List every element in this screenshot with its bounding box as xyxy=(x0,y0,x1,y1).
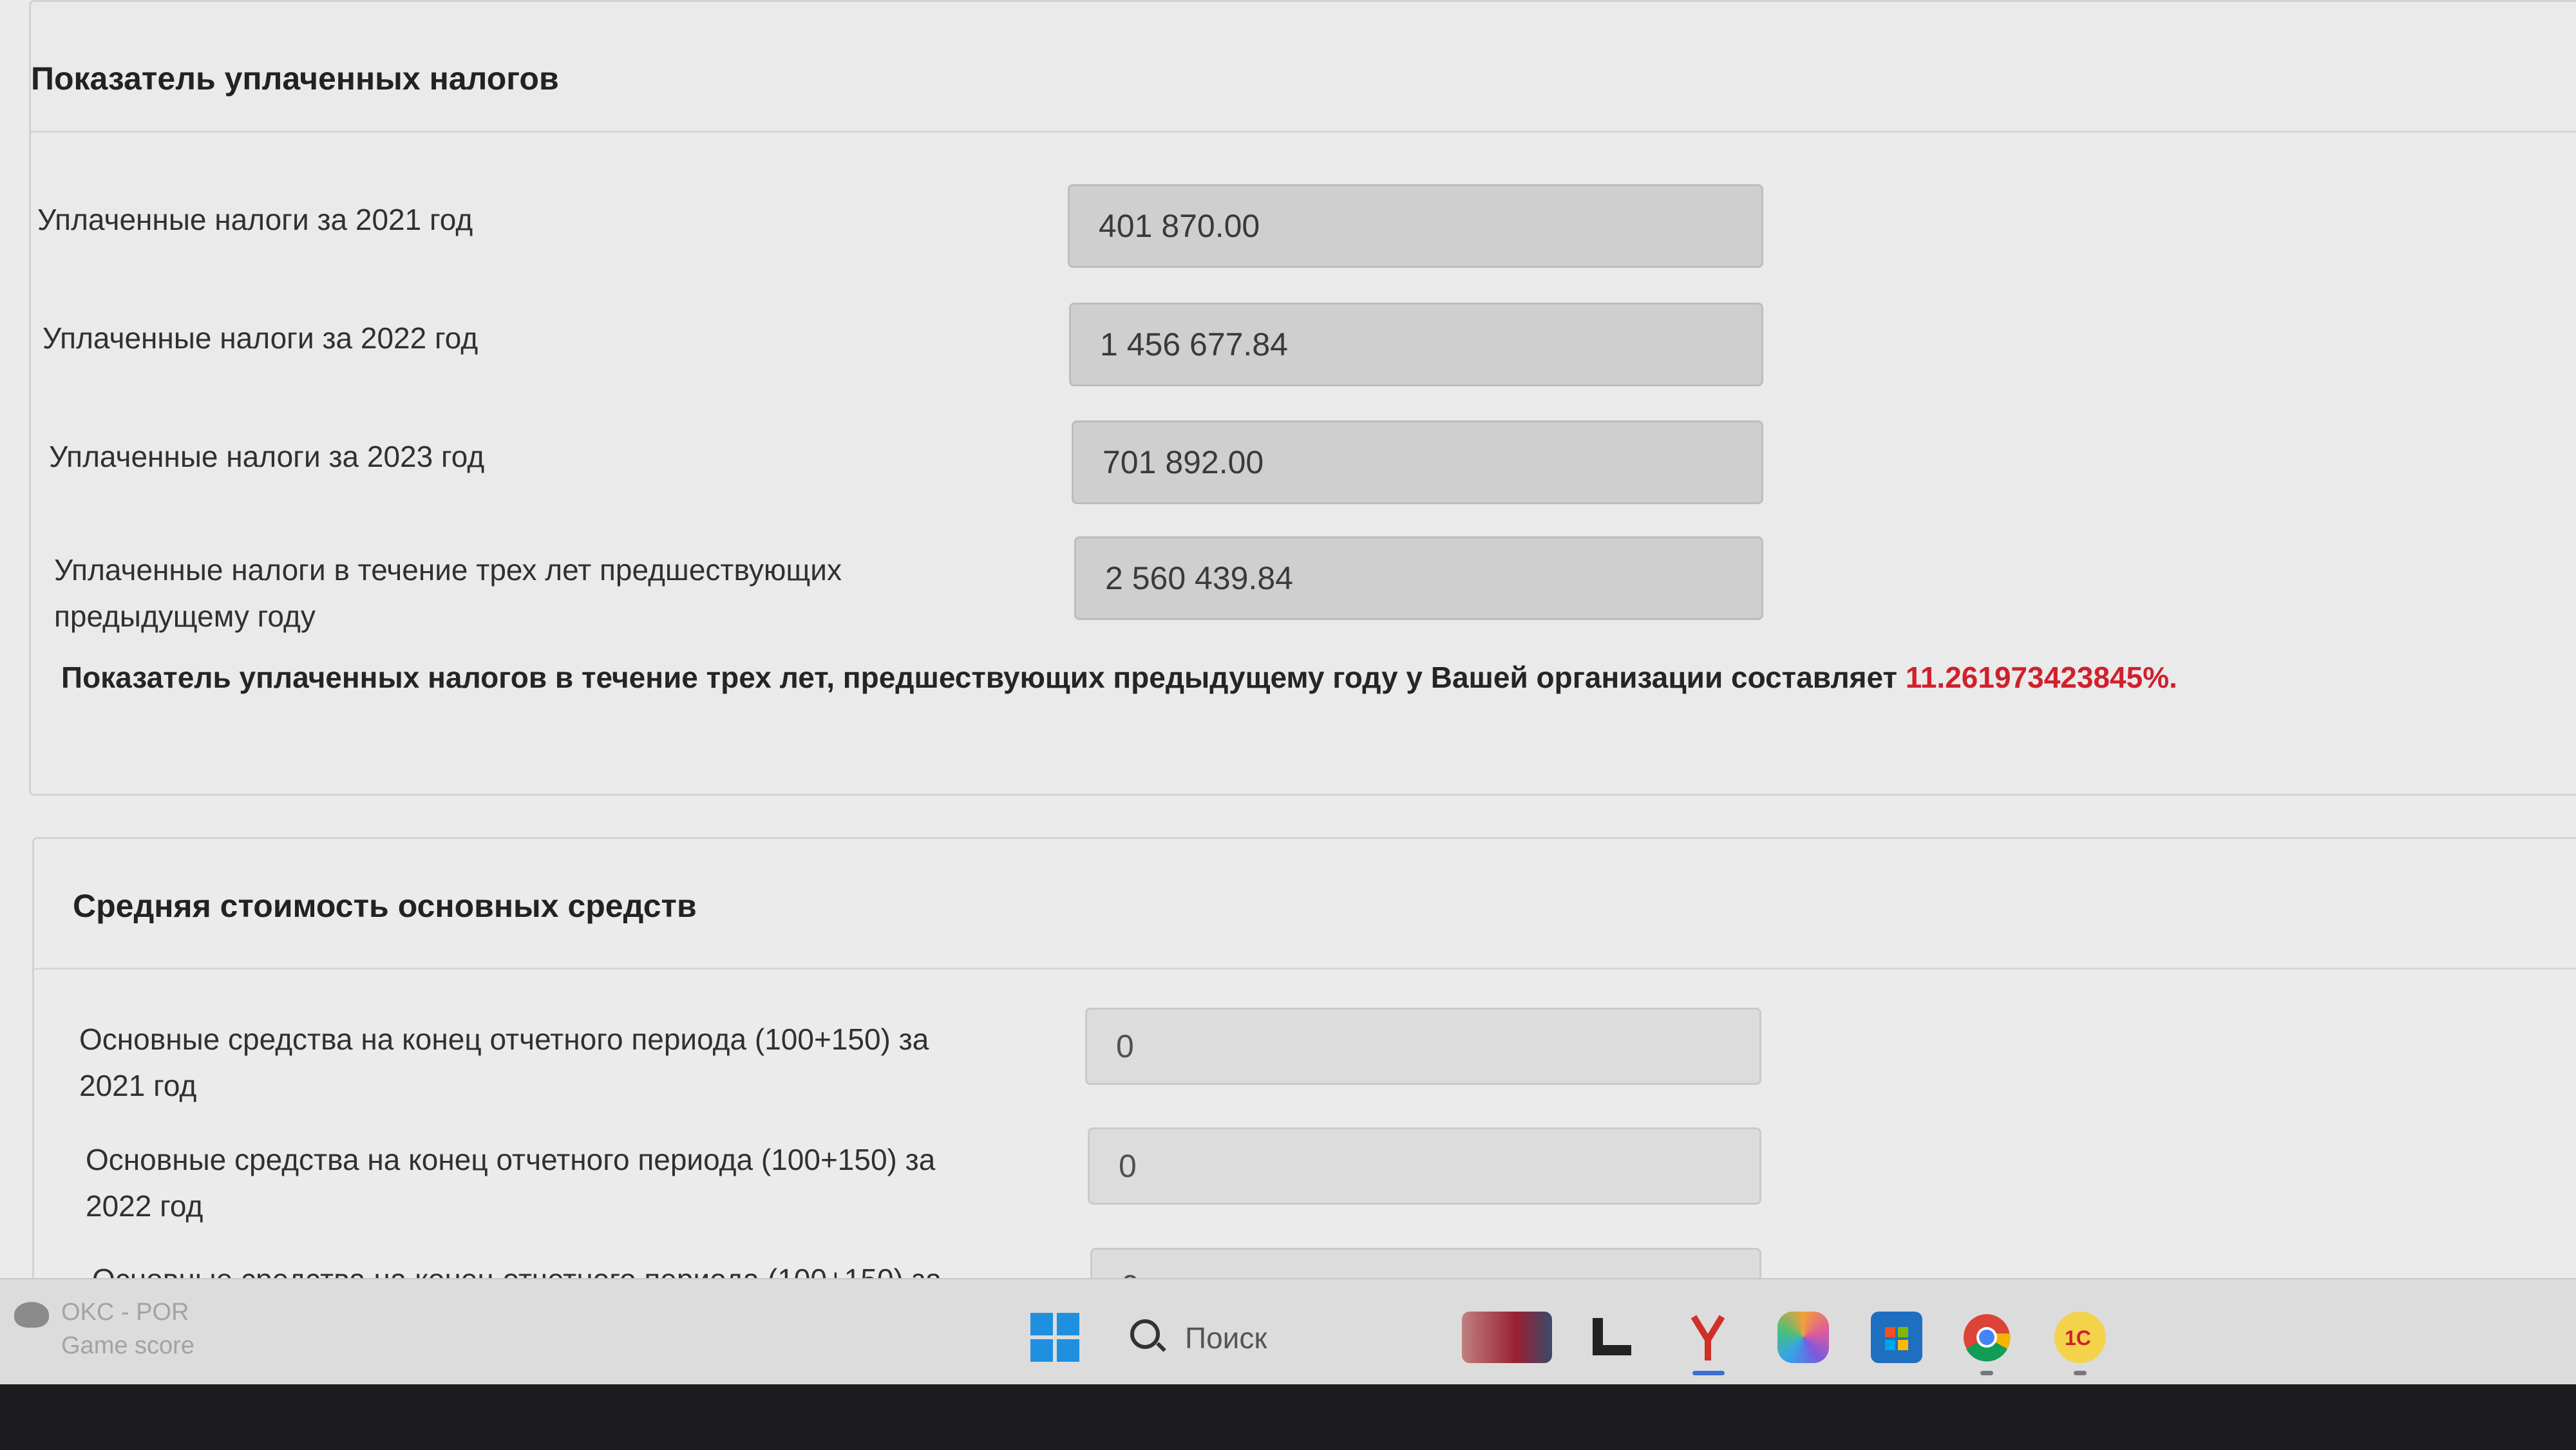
copilot-icon[interactable] xyxy=(1777,1312,1829,1363)
tax-2022-label: Уплаченные налоги за 2022 год xyxy=(43,321,478,355)
taskbar: OKC - POR Game score Поиск 1C xyxy=(0,1278,2576,1386)
yandex-browser-icon[interactable] xyxy=(1682,1312,1734,1363)
widget-title: OKC - POR xyxy=(61,1299,189,1326)
search-label: Поиск xyxy=(1185,1321,1267,1355)
assets-2021-field[interactable]: 0 xyxy=(1085,1008,1761,1085)
assets-2022-label: Основные средства на конец отчетного пер… xyxy=(86,1136,935,1229)
chrome-icon[interactable] xyxy=(1961,1312,2012,1363)
tax-2023-field[interactable]: 701 892.00 xyxy=(1072,420,1763,504)
summary-period: . xyxy=(2169,661,2177,694)
1c-icon[interactable]: 1C xyxy=(2054,1312,2106,1363)
start-button[interactable] xyxy=(1030,1313,1079,1362)
summary-text: Показатель уплаченных налогов в течение … xyxy=(61,661,1906,694)
widget-subtitle: Game score xyxy=(61,1332,194,1359)
tax-2021-field[interactable]: 401 870.00 xyxy=(1068,184,1763,268)
tax-indicator-summary: Показатель уплаченных налогов в течение … xyxy=(61,660,2177,695)
assets-2022-label-line1: Основные средства на конец отчетного пер… xyxy=(86,1143,936,1176)
taxes-panel-title: Показатель уплаченных налогов xyxy=(31,61,559,97)
assets-2021-label-line2: 2021 год xyxy=(79,1069,197,1102)
tax-three-years-field[interactable]: 2 560 439.84 xyxy=(1074,536,1763,620)
assets-2022-label-line2: 2022 год xyxy=(86,1189,204,1223)
assets-2021-label-line1: Основные средства на конец отчетного пер… xyxy=(79,1022,929,1056)
tax-2022-field[interactable]: 1 456 677.84 xyxy=(1069,303,1763,386)
start-icon xyxy=(1030,1313,1053,1335)
tax-2023-label: Уплаченные налоги за 2023 год xyxy=(49,440,485,473)
microsoft-store-icon[interactable] xyxy=(1871,1312,1922,1363)
assets-panel-header: Средняя стоимость основных средств xyxy=(34,839,2576,970)
svg-text:1C: 1C xyxy=(2065,1326,2091,1350)
taskbar-search[interactable]: Поиск xyxy=(1127,1313,1436,1362)
tax-three-years-label-line1: Уплаченные налоги в течение трех лет пре… xyxy=(54,553,842,587)
summary-percent: 11.261973423845% xyxy=(1905,661,2170,694)
monitor-bezel xyxy=(0,1384,2576,1450)
assets-panel-title: Средняя стоимость основных средств xyxy=(73,888,697,924)
tax-three-years-label: Уплаченные налоги в течение трех лет пре… xyxy=(54,547,842,639)
assets-panel: Средняя стоимость основных средств Основ… xyxy=(32,837,2576,1330)
search-icon xyxy=(1130,1319,1160,1349)
news-icon[interactable] xyxy=(1462,1312,1552,1363)
file-explorer-icon[interactable] xyxy=(1587,1312,1639,1363)
tax-three-years-label-line2: предыдущему году xyxy=(54,599,316,633)
assets-2021-label: Основные средства на конец отчетного пер… xyxy=(79,1016,929,1109)
sports-icon xyxy=(14,1302,49,1328)
assets-2022-field[interactable]: 0 xyxy=(1088,1127,1761,1205)
taxes-panel-header: Показатель уплаченных налогов xyxy=(31,2,2576,133)
page: Показатель уплаченных налогов Уплаченные… xyxy=(0,0,2576,1330)
tax-2021-label: Уплаченные налоги за 2021 год xyxy=(37,203,473,236)
